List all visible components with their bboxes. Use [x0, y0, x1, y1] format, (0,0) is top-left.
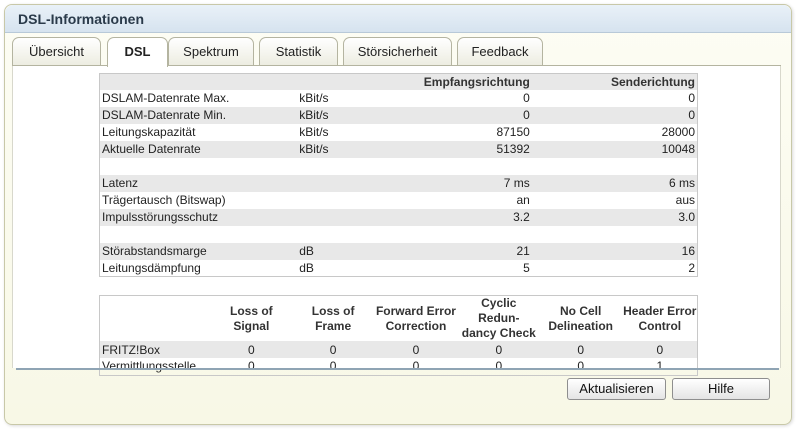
- row-label: Aktuelle Datenrate: [99, 140, 298, 158]
- row-label: [100, 226, 298, 243]
- row-unit: dB: [297, 242, 397, 260]
- row-send: 6 ms: [531, 174, 698, 192]
- table-row: Leitungskapazität kBit/s 87150 28000: [100, 124, 698, 141]
- row-unit: kBit/s: [299, 91, 329, 105]
- row-unit: kBit/s: [297, 106, 397, 124]
- header-fec: Forward Error Correction: [373, 295, 459, 341]
- table-row-spacer: [100, 226, 698, 243]
- header-crc: Cyclic Redun-dancy Check: [458, 295, 539, 341]
- row-send: 0: [688, 91, 695, 105]
- table-row-spacer: [100, 158, 698, 175]
- help-button[interactable]: Hilfe: [672, 378, 770, 400]
- cell-value: 0: [329, 359, 337, 374]
- row-send: 10048: [531, 140, 698, 158]
- row-receive: 21: [396, 242, 532, 260]
- cell-value: 0: [209, 341, 294, 358]
- row-label: Vermittlungsstelle: [102, 359, 197, 374]
- row-send: 0: [531, 106, 698, 124]
- cell-value: 0: [412, 359, 420, 374]
- row-label: [100, 158, 298, 175]
- table-row: Impulsstörungsschutz 3.2 3.0: [99, 208, 698, 226]
- row-receive: 7 ms: [396, 174, 532, 192]
- row-label: Impulsstörungsschutz: [99, 208, 298, 226]
- row-label: Störabstandsmarge: [99, 242, 298, 260]
- row-send: 28000: [661, 125, 695, 139]
- row-receive: [397, 158, 532, 175]
- row-label: Trägertausch (Bitswap): [102, 193, 226, 207]
- row-unit: [297, 192, 397, 209]
- row-send: aus: [675, 193, 695, 207]
- tab-dsl[interactable]: DSL: [107, 37, 168, 67]
- row-unit: dB: [299, 260, 314, 275]
- row-send: 3.0: [531, 208, 698, 226]
- error-stats-table: Loss of Signal Loss of Frame Forward Error…: [99, 295, 698, 376]
- tab-uebersicht[interactable]: Übersicht: [12, 37, 101, 66]
- row-label: Leitungsdämpfung: [102, 260, 201, 275]
- row-label: Latenz: [99, 174, 298, 192]
- table-header-row: Loss of Signal Loss of Frame Forward Error…: [99, 295, 698, 341]
- row-unit: kBit/s: [297, 140, 397, 158]
- cell-value: 0: [373, 341, 459, 358]
- row-receive: an: [516, 193, 530, 207]
- cell-value: 0: [538, 341, 623, 358]
- header-send: Senderichtung: [531, 73, 698, 90]
- table-row: Latenz 7 ms 6 ms: [99, 174, 698, 192]
- cell-value: 0: [293, 341, 374, 358]
- tab-stoersicherheit[interactable]: Störsicherheit: [343, 37, 452, 66]
- table-header-row: Empfangsrichtung Senderichtung: [99, 73, 698, 90]
- header-no-cell-delineation: No Cell Delineation: [538, 295, 623, 341]
- header-receive: Empfangsrichtung: [396, 73, 532, 90]
- row-unit: [297, 226, 397, 243]
- row-send: 2: [688, 260, 695, 275]
- row-unit: [297, 208, 397, 226]
- row-receive: 3.2: [396, 208, 532, 226]
- page-title: DSL-Informationen: [18, 11, 144, 27]
- table-row: DSLAM-Datenrate Min. kBit/s 0 0: [99, 106, 698, 124]
- row-receive: 51392: [396, 140, 532, 158]
- table-row: DSLAM-Datenrate Max. kBit/s 0 0: [100, 90, 698, 107]
- refresh-button[interactable]: Aktualisieren: [567, 378, 666, 400]
- row-receive: 5: [523, 260, 530, 275]
- header-loss-of-frame: Loss of Frame: [293, 295, 374, 341]
- header-loss-of-signal: Loss of Signal: [209, 295, 294, 341]
- row-send: [532, 158, 698, 175]
- table-row: Trägertausch (Bitswap) an aus: [100, 192, 698, 209]
- table-row: Aktuelle Datenrate kBit/s 51392 10048: [99, 140, 698, 158]
- table-row: FRITZ!Box 0 0 0 0 0 0: [99, 341, 698, 358]
- cell-value: 1: [656, 359, 664, 374]
- row-receive: [397, 226, 532, 243]
- row-unit: kBit/s: [299, 125, 329, 139]
- row-send: 16: [531, 242, 698, 260]
- cell-value: 0: [622, 341, 698, 358]
- header-hec: Header Error Control: [622, 295, 698, 341]
- row-label: Leitungskapazität: [102, 125, 196, 139]
- cell-value: 0: [247, 359, 255, 374]
- row-unit: [297, 158, 397, 175]
- row-label: DSLAM-Datenrate Max.: [102, 91, 230, 105]
- tab-statistik[interactable]: Statistik: [259, 37, 338, 66]
- row-label: FRITZ!Box: [99, 341, 210, 358]
- cell-value: 0: [495, 359, 503, 374]
- row-receive: 0: [396, 106, 532, 124]
- dsl-info-table: Empfangsrichtung Senderichtung DSLAM-Dat…: [99, 73, 698, 277]
- footer-divider: [16, 368, 779, 370]
- row-label: DSLAM-Datenrate Min.: [99, 106, 298, 124]
- table-row: Störabstandsmarge dB 21 16: [99, 242, 698, 260]
- tab-spektrum[interactable]: Spektrum: [168, 37, 254, 66]
- row-send: [532, 226, 698, 243]
- row-unit: [297, 174, 397, 192]
- tab-feedback[interactable]: Feedback: [457, 37, 543, 66]
- row-receive: 87150: [496, 125, 530, 139]
- table-row: Leitungsdämpfung dB 5 2: [100, 260, 698, 277]
- row-receive: 0: [523, 91, 530, 105]
- cell-value: 0: [577, 359, 584, 374]
- table-row: Vermittlungsstelle 0 0 0 0 0 1: [100, 358, 698, 375]
- cell-value: 0: [458, 341, 539, 358]
- panel-header: DSL-Informationen: [5, 5, 791, 33]
